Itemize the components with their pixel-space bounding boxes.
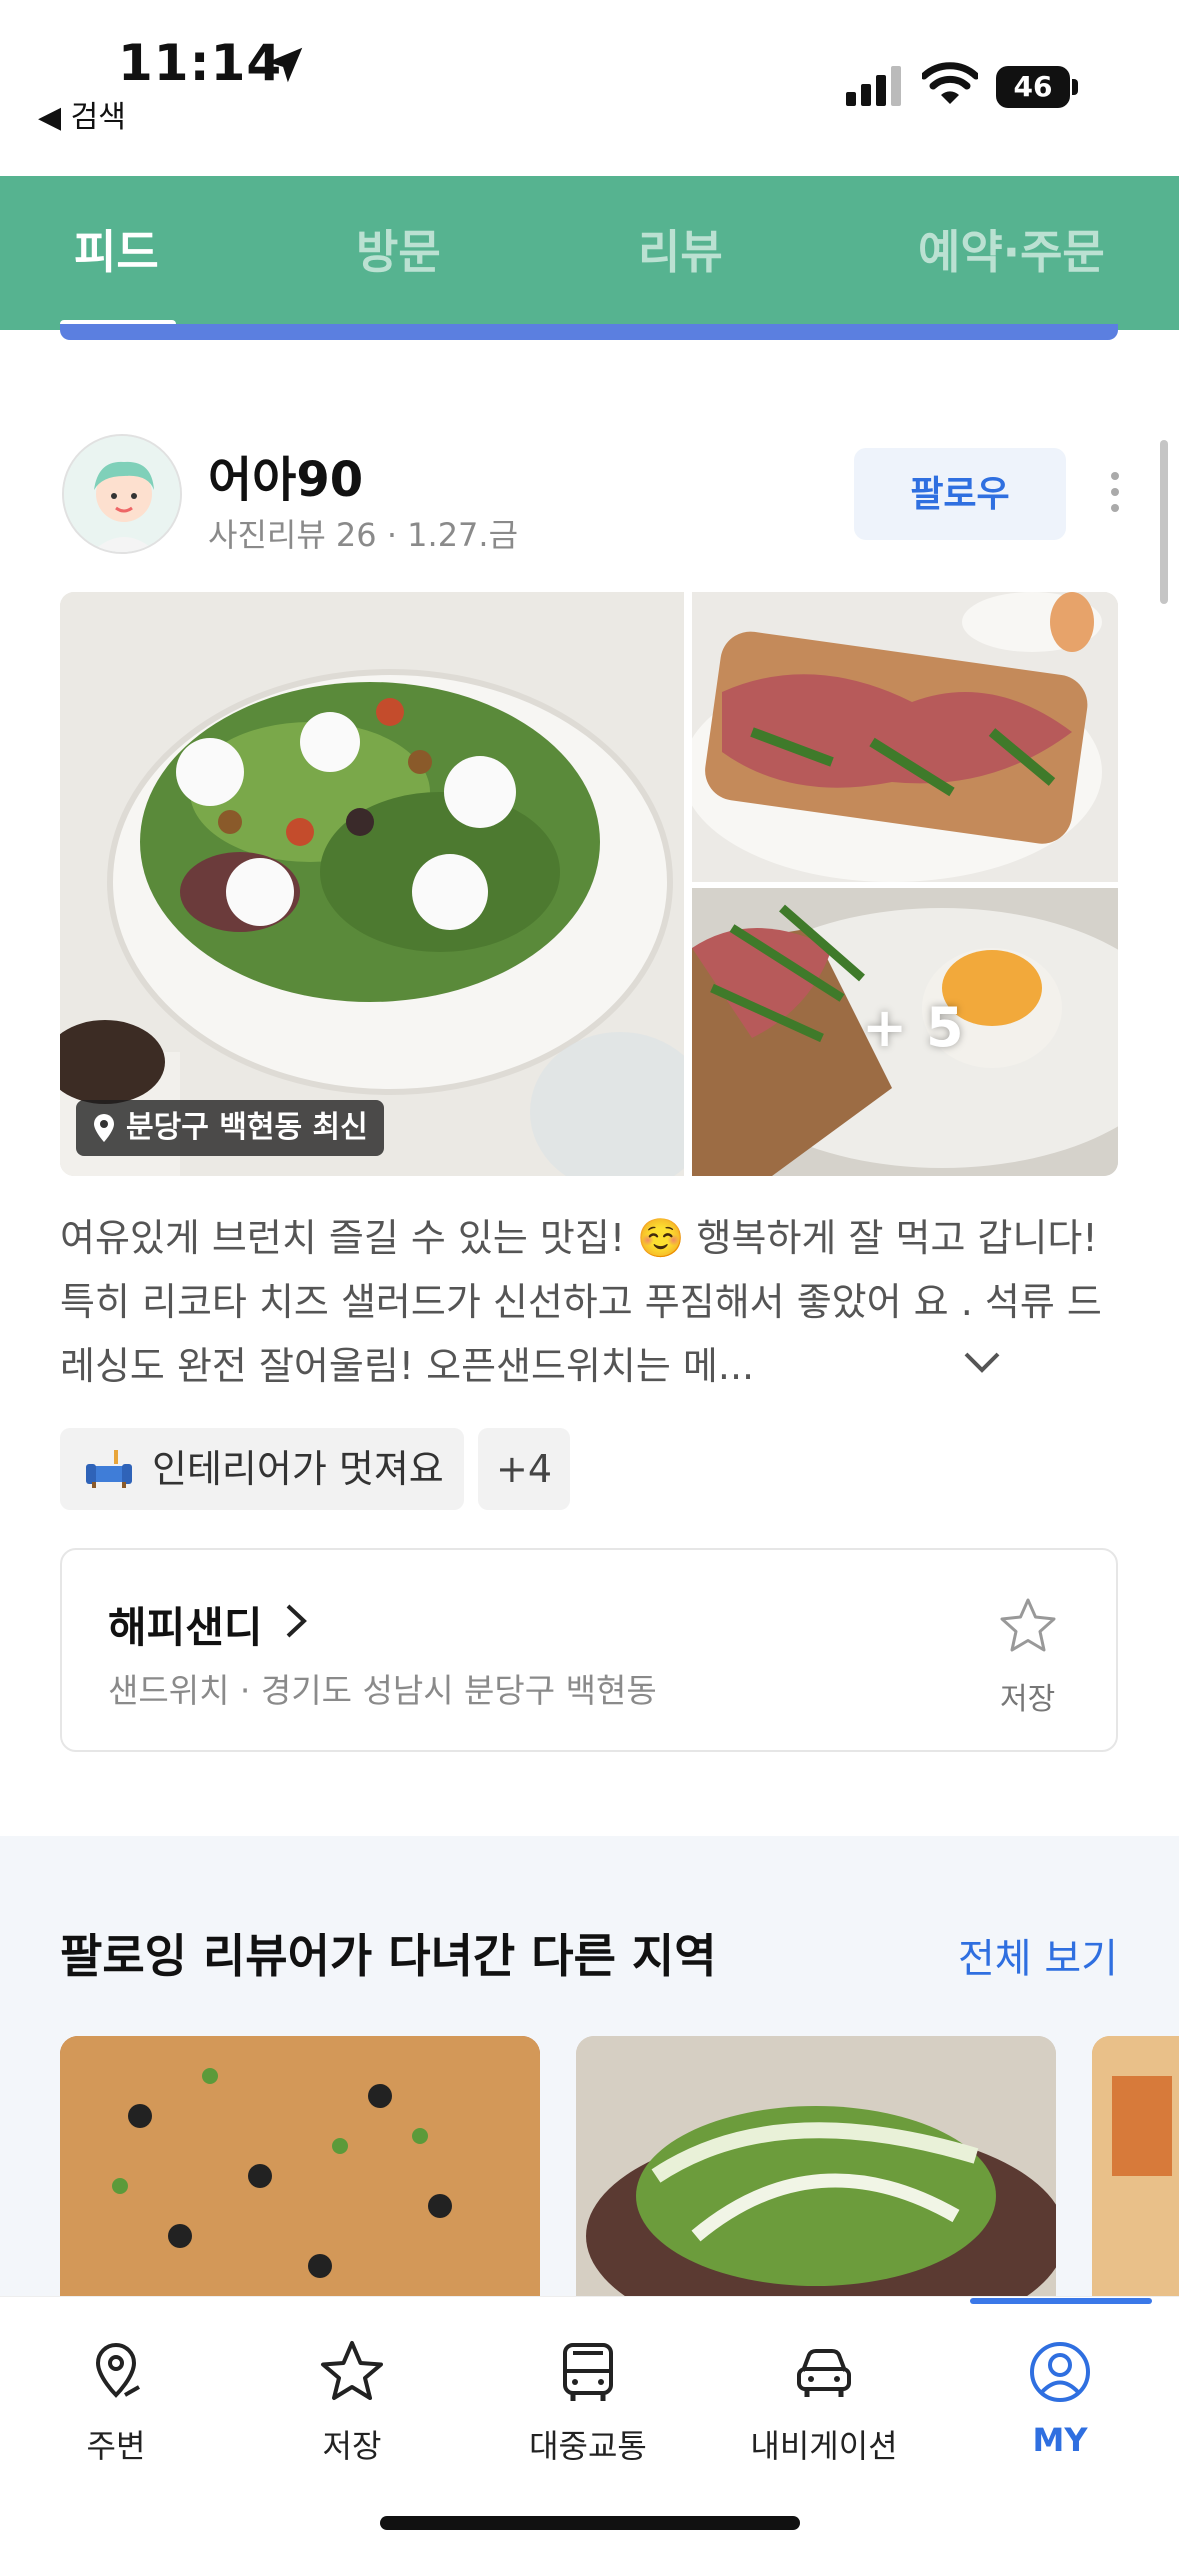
reviewer-info: 사진리뷰 26 · 1.27.금 [208,516,519,554]
avatar-illustration-icon [64,436,180,552]
location-badge-label: 분당구 백현동 최신 [126,1110,368,1145]
chevron-down-icon[interactable] [960,1346,1004,1380]
region-thumbnail[interactable] [1092,2036,1179,2296]
keyword-tag-label: 인테리어가 멋져요 [152,1447,444,1491]
section-title: 팔로잉 리뷰어가 다녀간 다른 지역 [60,1929,717,1983]
nav-label: MY [1032,2421,1088,2459]
scrollbar[interactable] [1160,440,1168,604]
tab-progress-bar [60,324,1118,340]
active-nav-indicator [970,2298,1152,2304]
reviewer-name[interactable]: 어아90 [208,440,363,510]
tab-visits[interactable]: 방문 [356,216,441,282]
nav-nearby[interactable]: 주변 [26,2337,206,2467]
star-outline-icon[interactable] [998,1596,1058,1656]
nav-saved[interactable]: 저장 [262,2337,442,2467]
battery-level: 46 [996,66,1070,108]
review-photo-2[interactable] [692,592,1118,882]
follow-button[interactable]: 팔로우 [854,448,1066,540]
more-options-icon[interactable] [1100,468,1130,520]
tab-feed[interactable]: 피드 [74,216,159,282]
location-arrow-icon [267,47,303,83]
review-photo-main[interactable] [60,592,684,1176]
nav-navigation[interactable]: 내비게이션 [734,2337,914,2467]
place-subtitle: 샌드위치 · 경기도 성남시 분당구 백현동 [108,1671,657,1710]
cellular-signal-icon [846,66,901,106]
chevron-right-icon [286,1604,307,1638]
tab-reviews[interactable]: 리뷰 [638,216,723,282]
place-card[interactable]: 해피샌디 샌드위치 · 경기도 성남시 분당구 백현동 저장 [60,1548,1118,1752]
place-name[interactable]: 해피샌디 [108,1594,263,1655]
profile-icon [1030,2342,1090,2402]
region-thumbnail[interactable] [576,2036,1056,2296]
view-all-link[interactable]: 전체 보기 [958,1926,1118,1984]
tab-reservations[interactable]: 예약·주문 [918,216,1105,282]
more-tags-button[interactable]: +4 [478,1428,570,1510]
avatar[interactable] [62,434,182,554]
star-icon [321,2341,383,2400]
nav-transit[interactable]: 대중교통 [498,2337,678,2467]
car-icon [797,2349,851,2397]
location-pin-icon [95,2342,140,2398]
nav-label: 주변 [86,2427,146,2465]
more-photos-count[interactable]: + 5 [862,996,964,1059]
status-bar: 11:14 ◀ 검색 46 [0,0,1179,176]
nav-label: 내비게이션 [750,2427,898,2465]
nav-my[interactable]: MY [970,2337,1150,2459]
nav-label: 저장 [322,2427,382,2465]
battery-icon: 46 [996,66,1078,108]
feed-tab-bar: 피드 방문 리뷰 예약·주문 [0,176,1179,330]
back-to-search-link[interactable]: ◀ 검색 [38,92,126,136]
bus-icon [563,2343,613,2401]
sofa-icon [86,1450,132,1488]
save-label: 저장 [1000,1682,1056,1717]
region-thumbnail[interactable] [60,2036,540,2296]
status-time: 11:14 [118,34,283,92]
location-badge[interactable]: 분당구 백현동 최신 [76,1100,384,1156]
home-indicator[interactable] [380,2516,800,2530]
keyword-tag[interactable]: 인테리어가 멋져요 [60,1428,464,1510]
wifi-icon [922,62,978,104]
location-pin-icon [94,1114,114,1142]
nav-label: 대중교통 [529,2427,647,2465]
